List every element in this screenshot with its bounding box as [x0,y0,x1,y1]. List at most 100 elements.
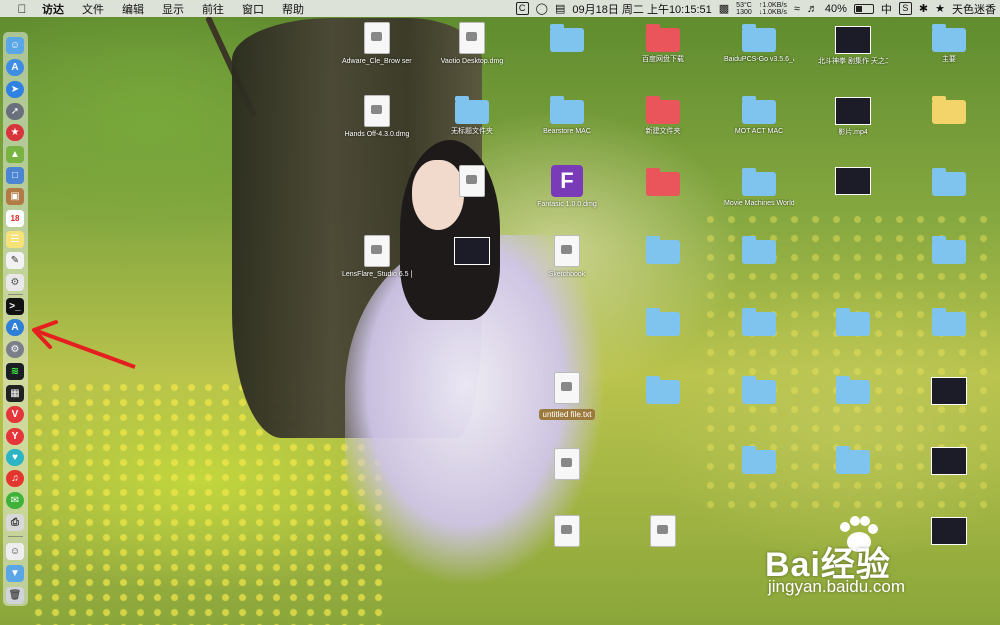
desktop-folder[interactable] [724,376,794,404]
folder-icon [646,96,680,124]
desktop-video[interactable] [818,167,888,198]
display-icon[interactable]: ▩ [719,2,729,15]
desktop-video[interactable] [437,237,507,268]
folder-icon [932,236,966,264]
dmg-icon [364,95,390,127]
fantastical-app-icon: F [551,165,583,197]
desktop-folder[interactable] [724,446,794,474]
folder-icon [742,308,776,336]
desktop-folder[interactable] [532,24,602,55]
folder-icon [646,24,680,52]
desktop-folder[interactable]: BaiduPCS-Go v3.5.6_amd64 [724,24,794,64]
folder-icon [932,168,966,196]
temp-fan-readout[interactable]: 53°C 1300 [736,2,752,16]
annotation-arrow [32,320,136,369]
volume-icon[interactable]: ♬ [807,3,818,15]
folder-icon [742,168,776,196]
desktop-folder[interactable] [628,168,698,199]
desktop-file[interactable]: LensFlare_Studio 6.5 [TNT].dmg [342,235,412,279]
desktop-folder[interactable] [914,168,984,199]
folder-icon [646,236,680,264]
teal-app-icon[interactable]: ♥ [6,449,24,466]
status-area: C ◯ ▤ 09月18日 周二 上午10:15:51 ▩ 53°C 1300 ↑… [515,0,996,17]
dmg-icon [459,22,485,54]
desktop-file[interactable] [532,448,602,480]
c-icon[interactable]: C [515,2,529,15]
menu-view[interactable]: 显示 [162,1,184,17]
dock-separator [8,536,23,537]
battery-icon[interactable] [853,3,874,14]
wifi-icon[interactable]: ≈ [794,3,800,15]
dmg-icon [554,448,580,480]
bluetooth-icon[interactable]: ✱ [919,2,928,15]
folder-icon [550,24,584,52]
desktop-folder[interactable]: 百度网盘下载 [628,24,698,64]
star-icon[interactable]: ★ [935,2,945,15]
desktop-file-selected[interactable]: untitled file.txt [532,372,602,422]
folder-icon [646,308,680,336]
video-thumbnail-icon [931,447,967,475]
desktop-folder[interactable] [628,308,698,336]
clock-datetime[interactable]: 09月18日 周二 上午10:15:51 [572,1,711,17]
network-speed[interactable]: ↑1.0KB/s ↓1.0KB/s [759,2,787,16]
menu-help[interactable]: 帮助 [282,1,304,17]
trash-icon[interactable]: 🗑 [6,587,24,604]
video-thumbnail-icon [835,97,871,125]
watermark-url: jingyan.baidu.com [768,577,906,596]
desktop-folder[interactable] [914,96,984,127]
input-method[interactable]: 中 [881,1,892,17]
desktop-folder[interactable] [914,236,984,267]
desktop-video[interactable]: 影片.mp4 [818,97,888,137]
desktop-file[interactable]: Adware_Cle_Brow ser Clea...NT).dmg [342,22,412,66]
video-thumbnail-icon [835,167,871,195]
file-icon [459,165,485,197]
desktop-folder[interactable] [818,308,888,336]
desktop-file[interactable] [628,515,698,547]
printer-icon[interactable]: ⎙ [6,514,24,531]
battery-percent[interactable]: 40% [825,3,847,15]
wechat-icon[interactable]: ✉ [6,492,24,509]
desktop-folder[interactable] [818,376,888,404]
folder-icon [932,96,966,124]
photo-icon[interactable]: ☺ [6,543,24,560]
globe-icon[interactable]: ◯ [536,2,548,15]
user-name[interactable]: 天色迷香 [952,1,996,17]
desktop-folder[interactable] [628,376,698,404]
folder-icon [836,446,870,474]
desktop-file[interactable]: Sketchbook [532,235,602,279]
file-icon [554,235,580,267]
desktop-folder[interactable] [724,308,794,336]
folder-icon [646,168,680,196]
desktop-file[interactable]: Vaotio Desktop.dmg [437,22,507,66]
desktop-video[interactable]: 北斗神拳 剧集作 天之二 X480.mp4 [818,26,888,66]
desktop-app[interactable]: F Fantasic 1.0.0.dmg [532,165,602,209]
console-icon[interactable]: ▦ [6,385,24,402]
calendar-icon[interactable]: ▤ [555,2,565,15]
desktop-folder[interactable]: 无标题文件夹 [437,96,507,136]
netease-music-icon[interactable]: ♫ [6,470,24,487]
desktop-folder[interactable] [724,236,794,267]
desktop-folder[interactable]: Bearstore MAC [532,96,602,136]
desktop-video[interactable] [914,447,984,475]
wallpaper-woman-dress [345,235,675,625]
menu-go[interactable]: 前往 [202,1,224,17]
desktop-file[interactable]: Hands Off-4.3.0.dmg [342,95,412,139]
desktop-folder[interactable]: MOT ACT MAC [724,96,794,136]
vivaldi-icon[interactable]: V [6,406,24,423]
desktop-file[interactable] [532,515,602,547]
desktop-file[interactable] [437,165,507,200]
desktop-folder[interactable] [914,308,984,336]
desktop-folder[interactable] [818,446,888,474]
desktop-folder[interactable]: Movie Machines World ACTIVATED [724,168,794,208]
menu-window[interactable]: 窗口 [242,1,264,17]
desktop-folder[interactable]: 主要 [914,24,984,64]
s-app-icon[interactable]: S [898,2,912,15]
downloads-folder-icon[interactable]: ▼ [6,565,24,582]
folder-icon [742,446,776,474]
desktop-folder[interactable]: 新建文件夹 [628,96,698,136]
desktop-folder[interactable] [628,236,698,267]
dmg-icon [554,515,580,547]
folder-icon [932,24,966,52]
desktop-video[interactable] [914,377,984,405]
yandex-icon[interactable]: Y [6,428,24,445]
